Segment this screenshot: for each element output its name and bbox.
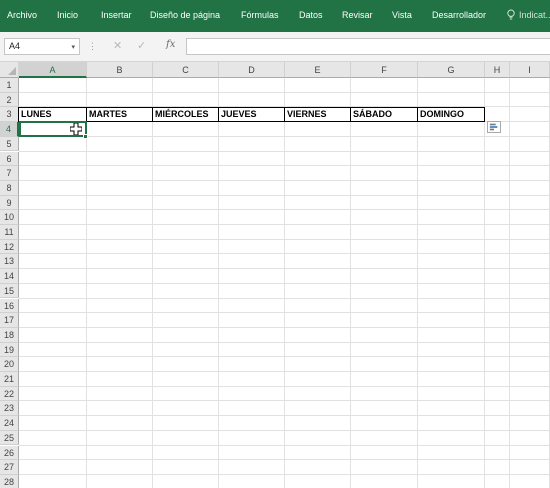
column-header-h[interactable]: H bbox=[485, 62, 510, 78]
row-gridline bbox=[19, 282, 550, 284]
cell-d3[interactable]: JUEVES bbox=[218, 107, 285, 123]
row-header-15[interactable]: 15 bbox=[0, 283, 19, 299]
row-gridline bbox=[19, 459, 550, 461]
row-header-24[interactable]: 24 bbox=[0, 416, 19, 431]
row-gridline bbox=[19, 400, 550, 402]
fill-handle[interactable] bbox=[83, 134, 88, 140]
row-gridline bbox=[19, 91, 550, 93]
row-header-28[interactable]: 28 bbox=[0, 474, 19, 488]
row-header-26[interactable]: 26 bbox=[0, 445, 19, 461]
ribbon-tab-bar: Archivo Inicio Insertar Diseño de página… bbox=[0, 0, 550, 32]
row-header-19[interactable]: 19 bbox=[0, 342, 19, 358]
tab-datos[interactable]: Datos bbox=[299, 10, 323, 21]
row-gridline bbox=[19, 473, 550, 475]
row-gridline bbox=[19, 268, 550, 270]
row-header-23[interactable]: 23 bbox=[0, 401, 19, 417]
row-header-5[interactable]: 5 bbox=[0, 136, 19, 152]
row-gridline bbox=[19, 444, 550, 446]
row-header-17[interactable]: 17 bbox=[0, 313, 19, 328]
row-gridline bbox=[19, 297, 550, 299]
select-all-button[interactable] bbox=[0, 62, 19, 78]
tab-inicio[interactable]: Inicio bbox=[57, 10, 78, 21]
row-header-16[interactable]: 16 bbox=[0, 298, 19, 314]
tab-archivo[interactable]: Archivo bbox=[7, 10, 37, 21]
column-header-d[interactable]: D bbox=[219, 62, 285, 78]
row-header-18[interactable]: 18 bbox=[0, 327, 19, 343]
formula-input[interactable] bbox=[186, 38, 550, 55]
row-gridline bbox=[19, 253, 550, 255]
cell-f3[interactable]: SÁBADO bbox=[350, 107, 418, 123]
column-header-i[interactable]: I bbox=[510, 62, 550, 78]
tab-insertar[interactable]: Insertar bbox=[101, 10, 132, 21]
tab-formulas[interactable]: Fórmulas bbox=[241, 10, 279, 21]
chevron-down-icon[interactable]: ▾ bbox=[71, 40, 75, 55]
row-header-13[interactable]: 13 bbox=[0, 254, 19, 270]
row-gridline bbox=[19, 415, 550, 417]
formula-bar-resize-dots-icon[interactable]: ⋮ bbox=[88, 41, 97, 51]
row-header-4[interactable]: 4 bbox=[0, 122, 19, 137]
row-gridline bbox=[19, 179, 550, 181]
row-header-12[interactable]: 12 bbox=[0, 239, 19, 255]
function-icon[interactable]: fx bbox=[166, 39, 175, 51]
tell-me-search[interactable]: Indicat... bbox=[519, 10, 550, 21]
name-box-value: A4 bbox=[9, 41, 21, 51]
cell-g3[interactable]: DOMINGO bbox=[417, 107, 485, 123]
tab-desarrollador[interactable]: Desarrollador bbox=[432, 10, 486, 21]
enter-icon[interactable]: ✓ bbox=[137, 40, 146, 52]
row-gridline bbox=[19, 224, 550, 225]
row-gridline bbox=[19, 371, 550, 372]
row-gridline bbox=[19, 135, 550, 137]
row-gridline bbox=[19, 385, 550, 387]
row-gridline bbox=[19, 238, 550, 240]
row-gridline bbox=[19, 356, 550, 358]
formula-bar-area: A4 ▾ ⋮ ✕ ✓ fx bbox=[0, 32, 550, 62]
row-header-27[interactable]: 27 bbox=[0, 460, 19, 475]
row-header-22[interactable]: 22 bbox=[0, 386, 19, 402]
row-header-2[interactable]: 2 bbox=[0, 92, 19, 108]
row-header-8[interactable]: 8 bbox=[0, 180, 19, 196]
row-header-3[interactable]: 3 bbox=[0, 107, 19, 123]
row-gridline bbox=[19, 194, 550, 196]
row-gridline bbox=[19, 150, 550, 152]
row-header-7[interactable]: 7 bbox=[0, 166, 19, 181]
column-header-c[interactable]: C bbox=[153, 62, 219, 78]
row-gridline bbox=[19, 312, 550, 314]
row-gridline bbox=[19, 209, 550, 211]
quick-analysis-icon[interactable] bbox=[487, 121, 501, 134]
row-gridline bbox=[19, 165, 550, 167]
cell-c3[interactable]: MIÉRCOLES bbox=[152, 107, 219, 123]
row-gridline bbox=[19, 341, 550, 343]
row-gridline bbox=[19, 326, 550, 328]
tab-revisar[interactable]: Revisar bbox=[342, 10, 373, 21]
row-header-25[interactable]: 25 bbox=[0, 430, 19, 446]
row-header-11[interactable]: 11 bbox=[0, 225, 19, 240]
tab-diseno-de-pagina[interactable]: Diseño de página bbox=[150, 10, 220, 21]
column-header-g[interactable]: G bbox=[418, 62, 485, 78]
row-header-1[interactable]: 1 bbox=[0, 78, 19, 93]
cell-b3[interactable]: MARTES bbox=[86, 107, 153, 123]
row-header-6[interactable]: 6 bbox=[0, 151, 19, 167]
column-header-a[interactable]: A bbox=[19, 62, 87, 78]
row-header-14[interactable]: 14 bbox=[0, 269, 19, 284]
row-header-10[interactable]: 10 bbox=[0, 210, 19, 225]
select-all-triangle-icon bbox=[8, 67, 16, 75]
column-header-b[interactable]: B bbox=[87, 62, 153, 78]
row-header-9[interactable]: 9 bbox=[0, 195, 19, 211]
tab-vista[interactable]: Vista bbox=[392, 10, 412, 21]
row-header-21[interactable]: 21 bbox=[0, 372, 19, 387]
crosshair-cursor-icon bbox=[70, 123, 82, 136]
name-box[interactable]: A4 ▾ bbox=[4, 38, 80, 55]
row-header-20[interactable]: 20 bbox=[0, 357, 19, 372]
cell-e3[interactable]: VIERNES bbox=[284, 107, 351, 123]
row-gridline bbox=[19, 429, 550, 431]
column-header-e[interactable]: E bbox=[285, 62, 351, 78]
cancel-icon[interactable]: ✕ bbox=[113, 40, 122, 52]
column-header-f[interactable]: F bbox=[351, 62, 418, 78]
lightbulb-icon[interactable] bbox=[506, 9, 516, 21]
worksheet-grid[interactable]: A B C D E F G H I 1 2 3 4 5 6 7 8 9 10 11 12 13 14 15 16 17 18 19 20… bbox=[0, 62, 550, 488]
